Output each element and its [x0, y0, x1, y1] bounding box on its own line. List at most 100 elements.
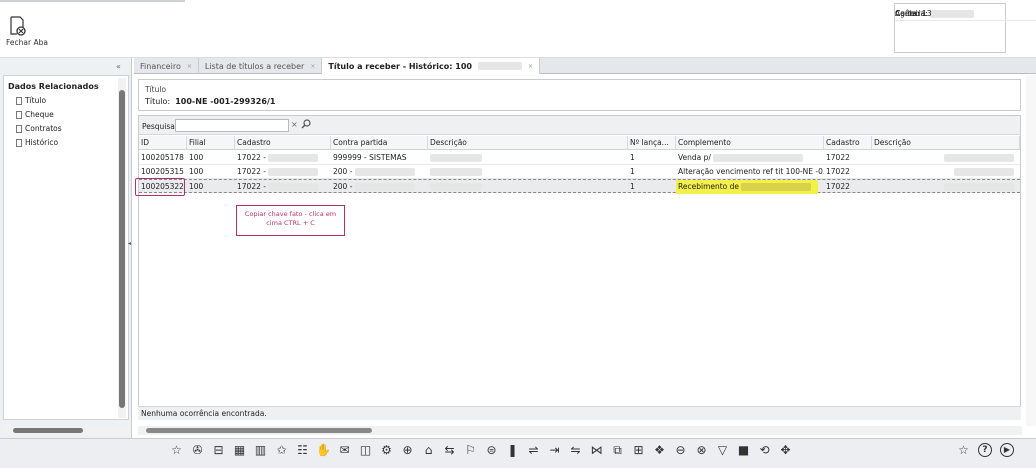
exchange-icon[interactable]: ⇌: [525, 441, 542, 458]
col-header-id[interactable]: ID: [139, 136, 187, 150]
close-icon[interactable]: ×: [310, 63, 315, 70]
cancel-circle-icon[interactable]: ⊗: [693, 441, 710, 458]
splitter-arrow-icon[interactable]: ◂: [128, 240, 131, 247]
cell-complemento-text: Venda p/: [678, 153, 711, 162]
copy-icon[interactable]: ⧉: [609, 441, 626, 458]
titulo-fieldset: Título Título: 100-NE -001-299326/1: [138, 79, 1021, 111]
top-bar-accent: [0, 0, 185, 2]
mail-icon[interactable]: ✉: [336, 441, 353, 458]
handshake-icon[interactable]: ❖: [651, 441, 668, 458]
clear-search-icon[interactable]: ×: [291, 120, 298, 129]
scroll-thumb[interactable]: [146, 428, 372, 433]
col-header-cadastro[interactable]: Cadastro: [235, 136, 331, 150]
help-icon[interactable]: ?: [978, 443, 992, 457]
barcode-icon[interactable]: ▥: [252, 441, 269, 458]
book-icon[interactable]: ◫: [357, 441, 374, 458]
cell-complemento: Venda p/: [676, 151, 824, 165]
related-item-label: Contratos: [25, 124, 62, 133]
table-row[interactable]: 100205315 100 17022 - 200 - 1 Alteração …: [139, 165, 1020, 179]
globe-icon[interactable]: ⊕: [399, 441, 416, 458]
close-tab-icon: [10, 16, 26, 36]
cell-lancamento: 1: [630, 167, 635, 176]
related-item-historico[interactable]: Histórico: [16, 138, 58, 147]
transfer-icon[interactable]: ⇆: [441, 441, 458, 458]
main-horizontal-scrollbar[interactable]: [138, 426, 1022, 435]
col-header-cadastro-2[interactable]: Cadastro: [824, 136, 872, 150]
table-row[interactable]: 100205178 100 17022 - 999999 - SISTEMAS …: [139, 151, 1020, 165]
swap-icon[interactable]: ⇋: [567, 441, 584, 458]
hand-icon[interactable]: ✋: [315, 441, 332, 458]
col-header-contra-partida[interactable]: Contra partida: [331, 136, 428, 150]
related-item-titulo[interactable]: Título: [16, 96, 46, 105]
tab-label: Lista de títulos a receber: [204, 61, 305, 71]
cell-contra-partida: 200 -: [331, 165, 428, 179]
cell-descricao-2: [872, 151, 1020, 165]
col-header-descricao-2[interactable]: Descrição: [872, 136, 1020, 150]
document-icon: [16, 96, 22, 105]
star-outline-icon[interactable]: ✩: [273, 441, 290, 458]
search-icon[interactable]: [301, 119, 311, 129]
document-icon: [16, 124, 22, 133]
left-vertical-scrollbar[interactable]: [118, 78, 126, 418]
add-box-icon[interactable]: ⊞: [630, 441, 647, 458]
home-icon[interactable]: ⌂: [420, 441, 437, 458]
close-icon[interactable]: ×: [528, 63, 533, 70]
related-item-cheque[interactable]: Cheque: [16, 110, 54, 119]
import-icon[interactable]: ⇥: [546, 441, 563, 458]
table-row-selected[interactable]: 100205322 100 17022 - 200 - 1 Recebiment…: [139, 179, 1020, 194]
collapse-panel-icon[interactable]: «: [116, 62, 121, 71]
search-label: Pesquisar: [142, 122, 178, 131]
tab-historico[interactable]: Título a receber - Histórico: 100 ×: [322, 58, 540, 74]
redacted: [268, 183, 319, 191]
redacted: [944, 154, 1014, 162]
favorite-icon[interactable]: ☆: [168, 441, 185, 458]
main-content: Título Título: 100-NE -001-299326/1 Pesq…: [134, 75, 1025, 435]
printer-icon[interactable]: ⊜: [483, 441, 500, 458]
document-icon: [16, 138, 22, 147]
cell-descricao-2: [872, 180, 1020, 194]
flag-icon[interactable]: ⚐: [462, 441, 479, 458]
tab-financeiro[interactable]: Financeiro ×: [134, 58, 199, 74]
related-data-title: Dados Relacionados: [8, 82, 99, 91]
search-input[interactable]: [175, 119, 289, 132]
grid-icon[interactable]: ▦: [231, 441, 248, 458]
calculator-icon[interactable]: ■: [735, 441, 752, 458]
cell-cadastro: 17022 -: [235, 151, 331, 165]
cell-cadastro-text: 17022 -: [237, 153, 266, 162]
cell-filial: 100: [189, 153, 204, 162]
tab-lista-titulos[interactable]: Lista de títulos a receber ×: [199, 58, 323, 74]
minus-circle-icon[interactable]: ⊖: [672, 441, 689, 458]
cell-descricao-2: [872, 165, 1020, 179]
users-icon[interactable]: ✇: [189, 441, 206, 458]
settings-icon[interactable]: ⚙: [378, 441, 395, 458]
col-header-complemento[interactable]: Complemento: [676, 136, 824, 150]
columns-icon[interactable]: ❚: [504, 441, 521, 458]
add-favorite-icon[interactable]: ☆: [955, 441, 972, 458]
window-icon[interactable]: ⊟: [210, 441, 227, 458]
search-row: Pesquisar ×: [139, 116, 1020, 135]
filters-icon[interactable]: ☷: [294, 441, 311, 458]
cell-lancamento: 1: [630, 182, 635, 191]
scroll-thumb[interactable]: [13, 428, 83, 433]
play-icon[interactable]: ▶: [1000, 443, 1014, 457]
left-horizontal-scrollbar[interactable]: [3, 426, 131, 435]
top-bar: Fechar Aba Carteira: Conta: 13 Agência:: [0, 0, 1036, 58]
refresh-icon[interactable]: ⟲: [756, 441, 773, 458]
redacted: [268, 168, 319, 176]
filter-icon[interactable]: ▽: [714, 441, 731, 458]
link-icon[interactable]: ⋈: [588, 441, 605, 458]
scroll-thumb[interactable]: [119, 90, 125, 408]
cell-id: 100205178: [141, 153, 184, 162]
account-info-box: Carteira: Conta: 13 Agência:: [894, 3, 1036, 53]
move-icon[interactable]: ✥: [777, 441, 794, 458]
col-header-lancamento[interactable]: Nº lança...: [628, 136, 676, 150]
cell-contra-partida: 200 -: [331, 180, 428, 194]
close-icon[interactable]: ×: [187, 63, 192, 70]
main-vertical-scrollbar[interactable]: [1026, 75, 1036, 426]
cell-complemento-highlighted: Recebimento de: [676, 180, 818, 194]
close-tab-button[interactable]: Fechar Aba: [6, 16, 56, 47]
cell-filial: 100: [189, 182, 204, 191]
col-header-descricao[interactable]: Descrição: [428, 136, 628, 150]
related-item-contratos[interactable]: Contratos: [16, 124, 62, 133]
col-header-filial[interactable]: Filial: [187, 136, 235, 150]
